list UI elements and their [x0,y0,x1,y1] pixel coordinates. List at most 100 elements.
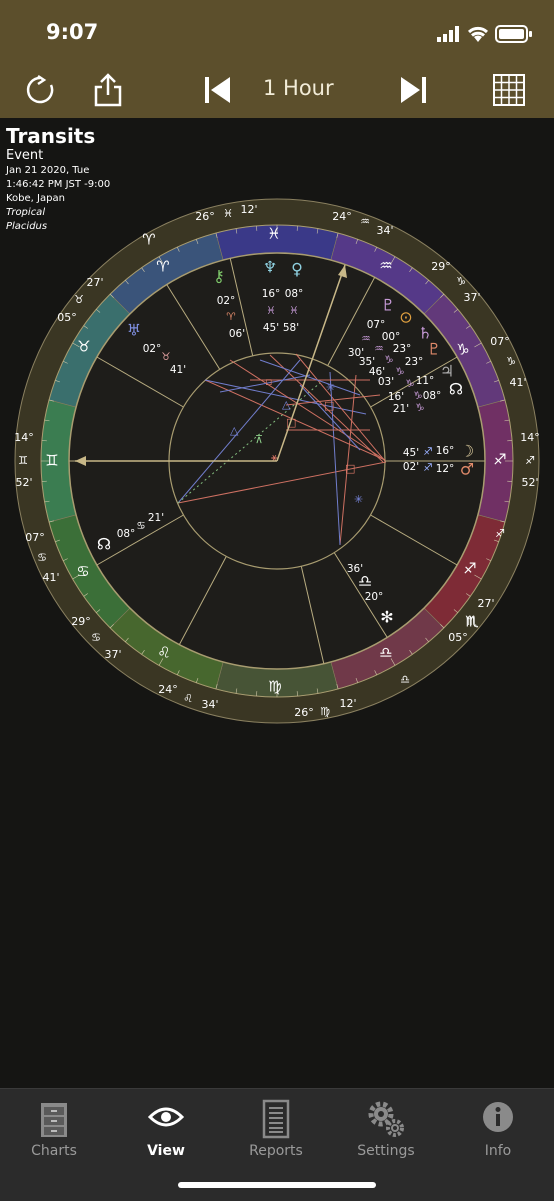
sign-glyph: ♈ [156,258,169,276]
wheel-label: 34' [201,698,218,711]
status-time: 9:07 [46,20,98,44]
tab-label: Info [448,1143,548,1159]
planet-position-label: 23° [393,343,412,355]
wheel-label: ♒ [360,215,370,228]
planet-position-label: ♐ [423,462,432,474]
tab-settings[interactable]: Settings [336,1095,436,1165]
wheel-label: 52' [15,476,32,489]
signal-icon [437,26,463,42]
planet-glyph[interactable]: ♂ [460,460,474,479]
chart-area[interactable]: ▫□ △△ ⊼⚹ □✳ □✳ 26°♓12'24°♒34'29°♑37'27'♉… [0,118,554,1088]
wheel-label: 41' [509,376,526,389]
info-icon [482,1101,514,1133]
planet-position-label: ♑ [415,402,424,414]
planet-position-label: 58' [283,322,299,334]
sign-glyph: ♋ [76,563,89,581]
planet-glyph[interactable]: ☽ [460,442,474,461]
planet-glyph[interactable]: ✻ [380,608,393,627]
planet-position-label: ♐ [423,446,432,458]
planet-glyph[interactable]: ♇ [427,340,441,359]
wheel-label: 26° [294,706,314,719]
sign-glyph: ♒ [379,257,392,275]
tab-info[interactable]: Info [448,1095,548,1165]
sign-glyph: ♈ [142,231,155,249]
wheel-label: ♓ [223,207,233,220]
planet-glyph[interactable]: ♃ [440,362,454,381]
share-button[interactable] [86,68,130,112]
skip-back-icon [202,75,232,105]
sign-glyph: ♐ [493,451,506,469]
wheel-label: ♊ [18,454,28,467]
planet-glyph[interactable]: ♅ [127,321,141,340]
planet-position-label: 00° [382,331,401,343]
wheel-label: 12' [240,203,257,216]
planet-position-label: 45' [263,322,279,334]
planet-position-label: ♒ [374,343,383,355]
chart-houses: Placidus [6,220,110,234]
wheel-label: ♑ [506,355,516,368]
wheel-label: 41' [42,571,59,584]
wheel-label: 37' [463,291,480,304]
planet-position-label: 21' [393,403,409,415]
wheel-label: 24° [158,683,178,696]
toolbar: 1 Hour [0,62,554,118]
planet-position-label: 16° [436,445,455,457]
wheel-label: ♋ [37,551,47,564]
wheel-label: ♌ [183,692,193,705]
chart-info: Transits Event Jan 21 2020, Tue 1:46:42 … [6,124,110,234]
chart-time: 1:46:42 PM JST -9:00 [6,178,110,192]
tab-reports[interactable]: Reports [226,1095,326,1165]
wheel-label: ♍ [320,705,330,718]
planet-glyph[interactable]: ☊ [97,535,111,554]
svg-text:▫: ▫ [265,375,272,388]
planet-position-label: 03' [378,376,394,388]
planet-position-label: 07° [367,319,386,331]
planet-glyph[interactable]: ♆ [263,258,277,277]
svg-text:⊼: ⊼ [255,433,263,446]
planet-position-label: 21' [148,512,164,524]
planet-position-label: 08° [285,288,304,300]
interval-label[interactable]: 1 Hour [263,76,363,100]
refresh-button[interactable] [18,68,62,112]
sign-glyph: ♌ [157,644,170,662]
wheel-label: ♎ [400,673,410,686]
tab-charts[interactable]: Charts [4,1095,104,1165]
wheel-label: ♐ [495,527,505,540]
share-icon [92,73,124,107]
svg-text:□: □ [324,399,334,412]
planet-glyph[interactable]: ⚷ [213,267,225,286]
natal-wheel[interactable]: ▫□ △△ ⊼⚹ □✳ □✳ 26°♓12'24°♒34'29°♑37'27'♉… [0,118,554,1088]
planet-position-label: ♉ [161,351,170,363]
wheel-label: 27' [477,597,494,610]
chart-date: Jan 21 2020, Tue [6,164,110,178]
planet-position-label: 41' [170,364,186,376]
planet-position-label: 02° [143,343,162,355]
wheel-label: 05° [448,631,468,644]
svg-text:✳: ✳ [354,493,363,506]
chart-location: Kobe, Japan [6,192,110,206]
planet-position-label: 16' [388,391,404,403]
planet-glyph[interactable]: ☊ [449,380,463,399]
home-indicator [178,1182,376,1188]
tab-view[interactable]: View [116,1095,216,1165]
planet-glyph[interactable]: ♀ [291,260,303,279]
sign-glyph: ♎ [379,644,392,662]
step-back-button[interactable] [195,68,239,112]
file-cabinet-icon [39,1101,69,1139]
chart-type: Event [6,148,110,164]
svg-text:⚹: ⚹ [271,451,278,464]
wheel-label: 05° [57,311,77,324]
planet-position-label: ♑ [413,390,422,402]
planet-glyph[interactable]: ⊙ [399,308,412,327]
wheel-label: 26° [195,210,215,223]
step-forward-button[interactable] [392,68,436,112]
planet-position-label: ♓ [266,305,275,317]
sign-glyph: ♏ [465,613,479,631]
planet-position-label: 08° [423,390,442,402]
planet-glyph[interactable]: ♇ [381,296,395,315]
grid-button[interactable] [487,68,531,112]
wheel-label: 07° [25,531,45,544]
planet-position-label: 08° [117,528,136,540]
wheel-label: 34' [376,224,393,237]
planet-position-label: 02° [217,295,236,307]
